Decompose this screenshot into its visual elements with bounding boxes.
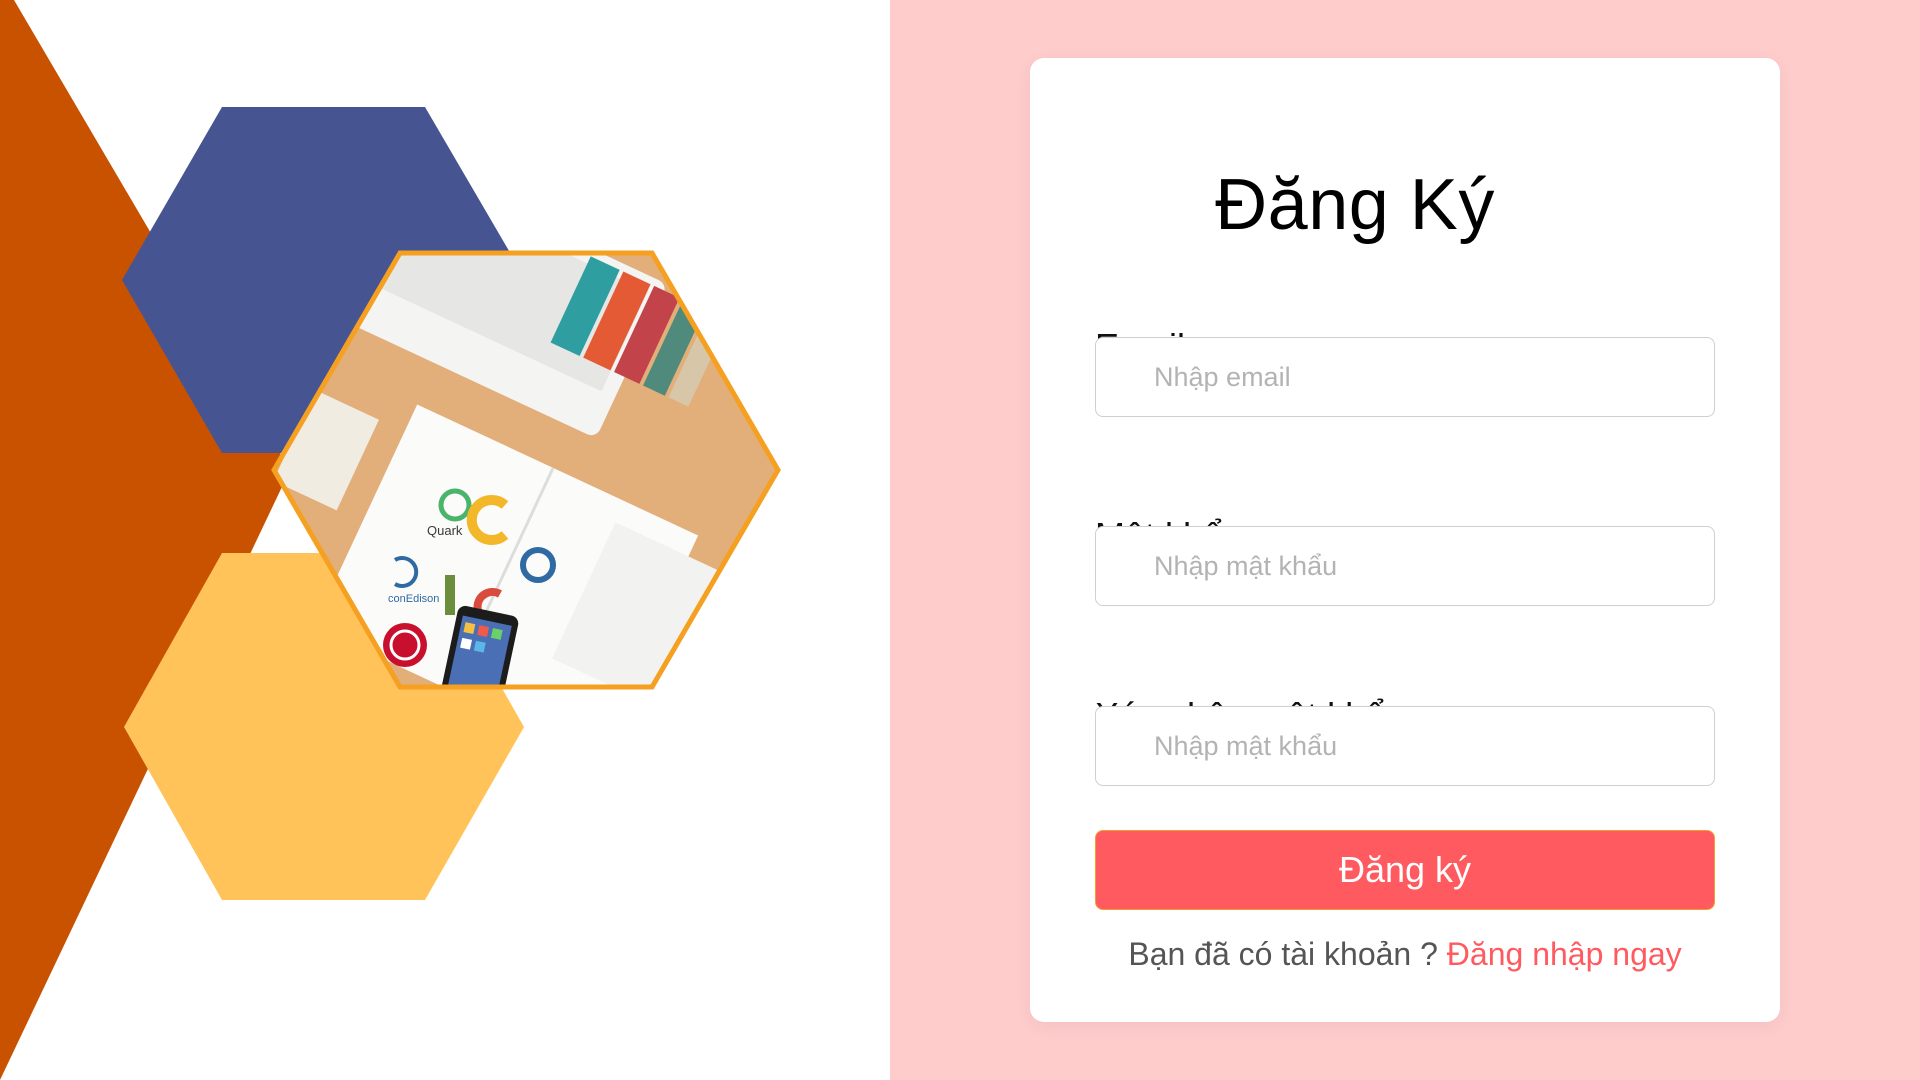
photo-logo-conedison: conEdison <box>388 593 439 605</box>
login-prompt: Bạn đã có tài khoản ? Đăng nhập ngay <box>1030 936 1780 973</box>
illustration-panel: Quark conEdison <box>0 0 890 1080</box>
login-prompt-text: Bạn đã có tài khoản ? <box>1128 936 1447 972</box>
photo-logo-quark: Quark <box>427 523 463 538</box>
password-field[interactable] <box>1095 526 1715 606</box>
form-panel: Đăng Ký Email Mật khẩu Xác nhận mật khẩu… <box>890 0 1920 1080</box>
email-field[interactable] <box>1095 337 1715 417</box>
page-title: Đăng Ký <box>1215 165 1495 245</box>
signup-button[interactable]: Đăng ký <box>1095 830 1715 910</box>
login-link[interactable]: Đăng nhập ngay <box>1447 936 1682 972</box>
signup-card: Đăng Ký Email Mật khẩu Xác nhận mật khẩu… <box>1030 58 1780 1022</box>
decorative-shapes: Quark conEdison <box>0 0 781 1080</box>
confirm-password-field[interactable] <box>1095 706 1715 786</box>
